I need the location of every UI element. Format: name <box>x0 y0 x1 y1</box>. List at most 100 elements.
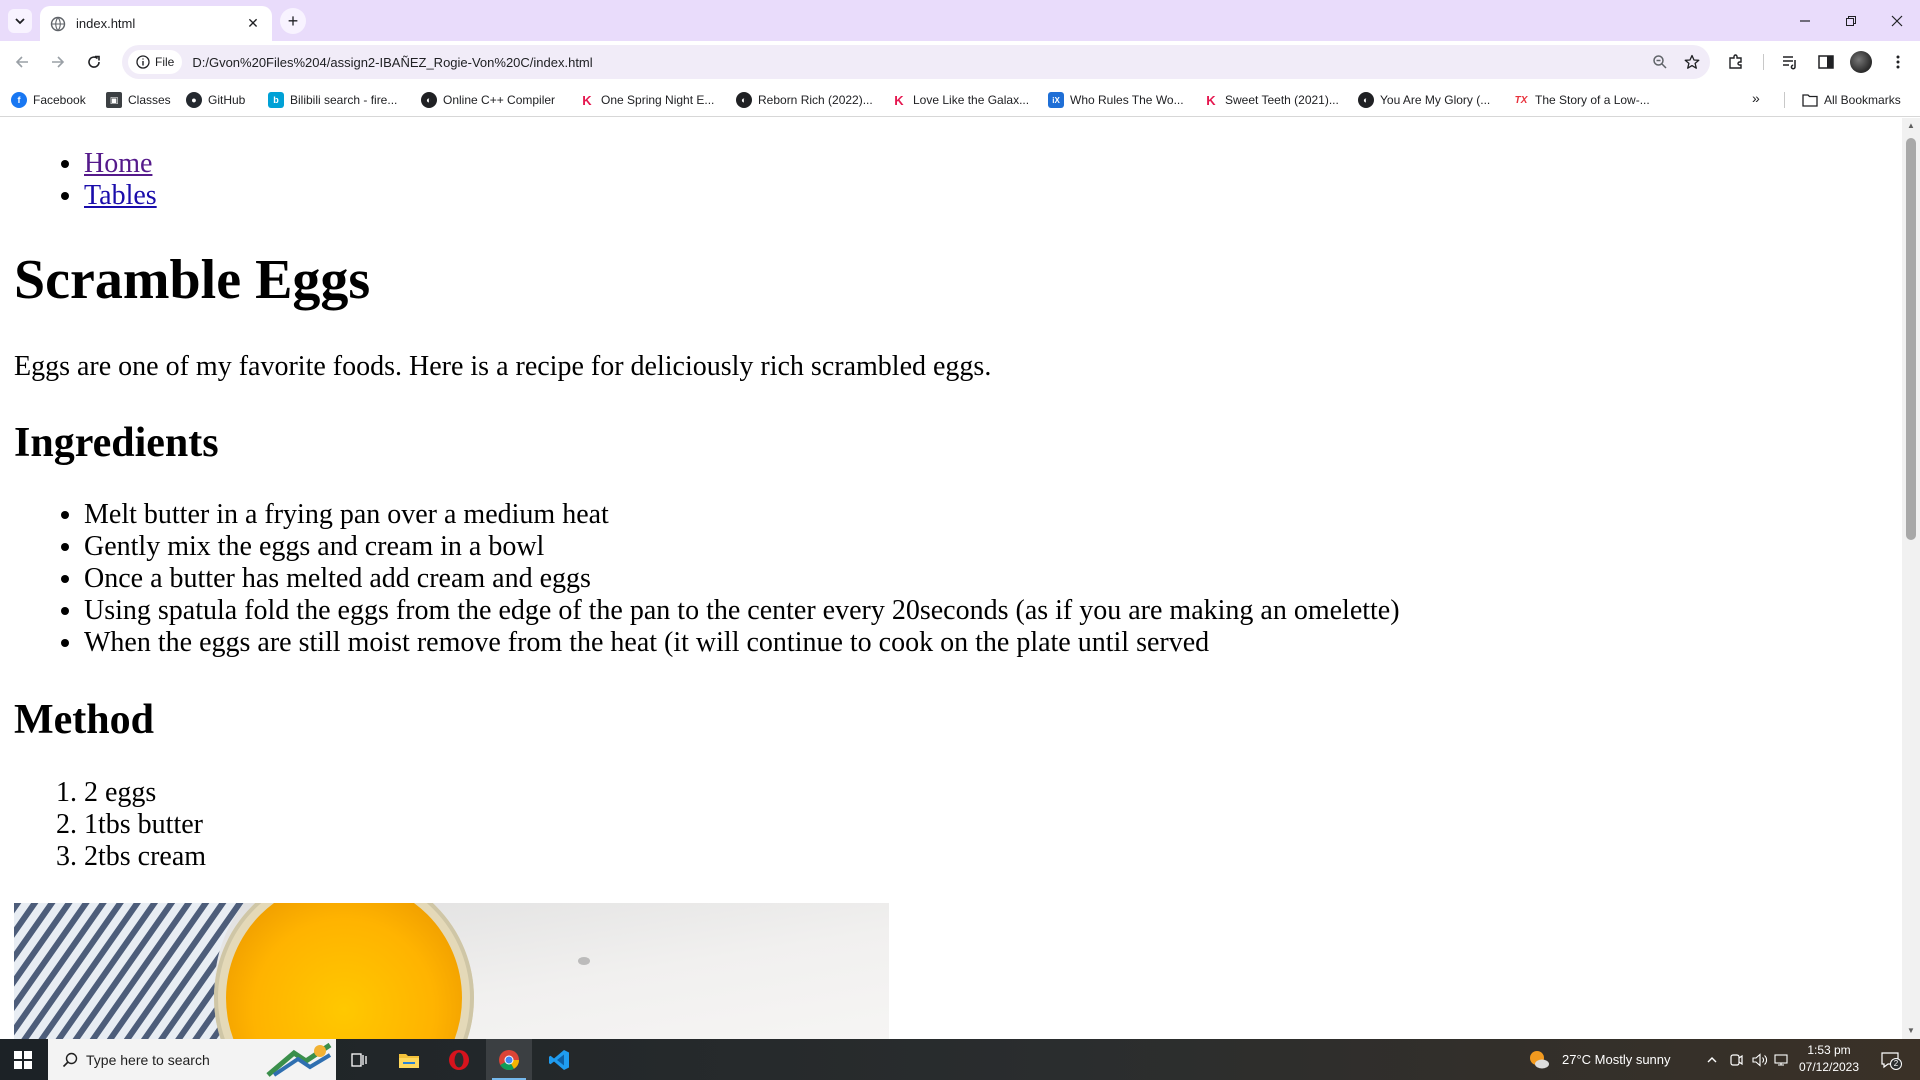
page-viewport: Home Tables Scramble Eggs Eggs are one o… <box>0 118 1902 1039</box>
tab-search-button[interactable] <box>8 9 32 33</box>
bookmark-reborn-rich[interactable]: ◐ Reborn Rich (2022)... <box>736 90 873 110</box>
meet-now-icon[interactable] <box>1727 1051 1745 1069</box>
taskbar-clock[interactable]: 1:53 pm 07/12/2023 <box>1794 1042 1864 1076</box>
bookmark-who-rules-the-world[interactable]: iX Who Rules The Wo... <box>1048 90 1184 110</box>
recipe-photo <box>14 903 889 1039</box>
scroll-up-icon[interactable]: ▲ <box>1906 121 1916 131</box>
search-icon <box>62 1052 78 1068</box>
home-link[interactable]: Home <box>84 148 152 179</box>
github-icon: ● <box>186 92 202 108</box>
kebab-menu-icon <box>1896 55 1900 69</box>
bookmark-bilibili[interactable]: b Bilibili search - fire... <box>268 90 397 110</box>
tab-close-icon[interactable]: ✕ <box>244 15 262 33</box>
facebook-icon: f <box>11 92 27 108</box>
all-bookmarks-button[interactable]: All Bookmarks <box>1802 90 1901 110</box>
bookmark-label: Facebook <box>33 93 86 107</box>
globe-icon <box>50 16 66 31</box>
bookmark-one-spring-night[interactable]: K One Spring Night E... <box>579 90 714 110</box>
bookmark-github[interactable]: ● GitHub <box>186 90 245 110</box>
iqiyi-icon: iX <box>1048 92 1064 108</box>
back-button[interactable] <box>10 50 34 74</box>
site-info-chip[interactable]: File <box>128 50 183 74</box>
chrome-button[interactable] <box>486 1039 532 1080</box>
taskbar-search-box[interactable]: Type here to search <box>48 1039 336 1080</box>
tables-link[interactable]: Tables <box>84 180 157 211</box>
bookmark-sweet-teeth[interactable]: K Sweet Teeth (2021)... <box>1203 90 1339 110</box>
vscode-icon <box>549 1049 569 1070</box>
minimize-button[interactable] <box>1782 0 1828 41</box>
bookmark-label: The Story of a Low-... <box>1535 93 1650 107</box>
nav-item-tables: Tables <box>84 180 157 212</box>
vscode-button[interactable] <box>536 1039 582 1080</box>
clock-date: 07/12/2023 <box>1798 1060 1860 1074</box>
task-view-button[interactable] <box>336 1039 382 1080</box>
close-window-button[interactable] <box>1874 0 1920 41</box>
windows-taskbar: Type here to search 27°C Mostly sunny 1:… <box>0 1039 1920 1080</box>
eggs-bowl-illustration <box>14 903 889 1039</box>
forward-button[interactable] <box>46 50 70 74</box>
bookmarks-overflow-button[interactable]: » <box>1752 90 1760 106</box>
site-nav: Home Tables <box>84 148 157 212</box>
kocowa-icon: K <box>1206 92 1216 108</box>
clock-time: 1:53 pm <box>1807 1043 1851 1057</box>
bookmark-star-button[interactable] <box>1678 48 1706 76</box>
start-button[interactable] <box>0 1039 46 1080</box>
globe-icon: ◐ <box>736 92 752 108</box>
site-chip-label: File <box>155 55 175 69</box>
profile-avatar[interactable] <box>1850 51 1872 73</box>
side-panel-button[interactable] <box>1814 50 1838 74</box>
restore-icon <box>1846 15 1856 26</box>
url-text[interactable]: D:/Gvon%20Files%204/assign2-IBAÑEZ_Rogie… <box>192 55 1646 70</box>
volume-icon[interactable] <box>1751 1051 1769 1069</box>
toolbar-divider <box>1763 54 1764 70</box>
puzzle-icon <box>1729 54 1742 69</box>
scroll-down-icon[interactable]: ▼ <box>1906 1026 1916 1036</box>
bookmark-label: Sweet Teeth (2021)... <box>1225 93 1339 107</box>
browser-toolbar: File D:/Gvon%20Files%204/assign2-IBAÑEZ_… <box>0 41 1920 83</box>
kocowa-icon: K <box>582 92 592 108</box>
playlist-icon <box>1783 56 1796 70</box>
zoom-button[interactable] <box>1646 48 1674 76</box>
bookmark-online-cpp-compiler[interactable]: ◐ Online C++ Compiler <box>421 90 555 110</box>
classroom-icon: ▣ <box>106 92 122 108</box>
browser-menu-button[interactable] <box>1886 50 1910 74</box>
globe-icon: ◐ <box>1358 92 1374 108</box>
bookmark-classes[interactable]: ▣ Classes <box>106 90 171 110</box>
list-item: Melt butter in a frying pan over a mediu… <box>84 499 1400 531</box>
weather-text[interactable]: 27°C Mostly sunny <box>1562 1039 1671 1080</box>
bookmark-label: Online C++ Compiler <box>443 93 556 107</box>
media-control-button[interactable] <box>1778 50 1802 74</box>
search-highlight-illustration <box>266 1042 332 1077</box>
network-icon[interactable] <box>1773 1051 1791 1069</box>
ingredients-heading: Ingredients <box>14 420 219 466</box>
folder-icon <box>399 1053 419 1068</box>
restore-button[interactable] <box>1828 0 1874 41</box>
tray-overflow-icon[interactable] <box>1703 1051 1721 1069</box>
opera-button[interactable] <box>436 1039 482 1080</box>
bookmark-facebook[interactable]: f Facebook <box>11 90 86 110</box>
bilibili-icon: b <box>268 92 284 108</box>
bookmark-label: GitHub <box>208 93 246 107</box>
bookmark-story-of-a-low[interactable]: TX The Story of a Low-... <box>1513 90 1650 110</box>
notification-center-button[interactable]: 2 <box>1880 1050 1902 1070</box>
list-item: Using spatula fold the eggs from the edg… <box>84 595 1400 627</box>
bookmark-love-like-the-galaxy[interactable]: K Love Like the Galax... <box>891 90 1029 110</box>
bookmark-you-are-my-glory[interactable]: ◐ You Are My Glory (... <box>1358 90 1490 110</box>
reload-button[interactable] <box>82 50 106 74</box>
ingredients-list: Melt butter in a frying pan over a mediu… <box>84 499 1400 659</box>
scrollbar-thumb[interactable] <box>1906 138 1916 540</box>
extensions-button[interactable] <box>1724 50 1748 74</box>
address-bar[interactable]: File D:/Gvon%20Files%204/assign2-IBAÑEZ_… <box>122 45 1710 79</box>
file-explorer-button[interactable] <box>386 1039 432 1080</box>
bookmark-label: One Spring Night E... <box>601 93 715 107</box>
browser-tab[interactable]: index.html ✕ <box>40 6 272 41</box>
opera-icon <box>449 1049 469 1070</box>
tab-title: index.html <box>76 16 136 31</box>
page-scrollbar[interactable]: ▲ ▼ <box>1902 118 1920 1039</box>
list-item: 2tbs cream <box>84 841 206 873</box>
tab-strip: index.html ✕ + <box>0 0 1920 41</box>
weather-icon[interactable] <box>1528 1049 1550 1071</box>
list-item: When the eggs are still moist remove fro… <box>84 627 1400 659</box>
new-tab-button[interactable]: + <box>280 8 306 34</box>
arrow-right-icon <box>52 56 65 68</box>
